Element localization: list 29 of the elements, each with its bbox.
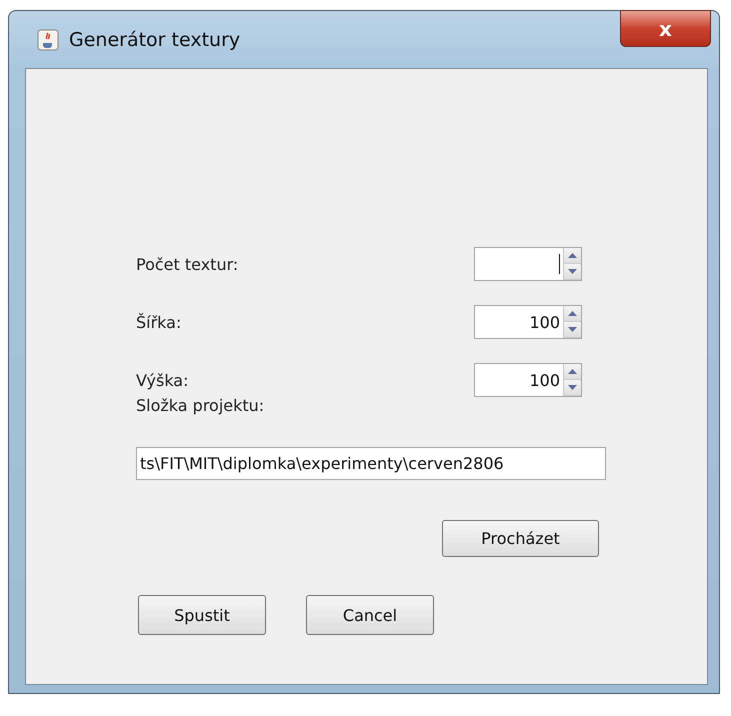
spinner-value: 100 (529, 370, 560, 390)
field-label: Počet textur: (136, 254, 238, 274)
down-arrow-icon (568, 385, 577, 390)
window-title: Generátor textury (69, 28, 240, 50)
increment-button[interactable] (564, 364, 581, 380)
number-spinner[interactable] (474, 247, 582, 281)
increment-button[interactable] (564, 306, 581, 322)
field-label: Výška: (136, 370, 188, 390)
folder-path-field[interactable]: ts\FIT\MIT\diplomka\experimenty\cerven2806 (136, 447, 606, 480)
java-cup-icon (37, 28, 59, 50)
number-spinner[interactable]: 100 (474, 363, 582, 397)
decrement-button[interactable] (564, 264, 581, 280)
close-button[interactable]: x (620, 10, 711, 47)
decrement-button[interactable] (564, 380, 581, 396)
dialog-button[interactable]: Cancel (306, 595, 434, 635)
number-spinner[interactable]: 100 (474, 305, 582, 339)
down-arrow-icon (568, 327, 577, 332)
browse-button[interactable]: Procházet (442, 520, 599, 557)
down-arrow-icon (568, 269, 577, 274)
text-cursor (559, 254, 560, 274)
decrement-button[interactable] (564, 322, 581, 338)
up-arrow-icon (568, 311, 577, 316)
up-arrow-icon (568, 369, 577, 374)
dialog-button[interactable]: Spustit (138, 595, 266, 635)
increment-button[interactable] (564, 248, 581, 264)
spinner-value: 100 (529, 312, 560, 332)
field-label: Složka projektu: (136, 396, 266, 415)
field-label: Šířka: (136, 312, 182, 332)
up-arrow-icon (568, 253, 577, 258)
